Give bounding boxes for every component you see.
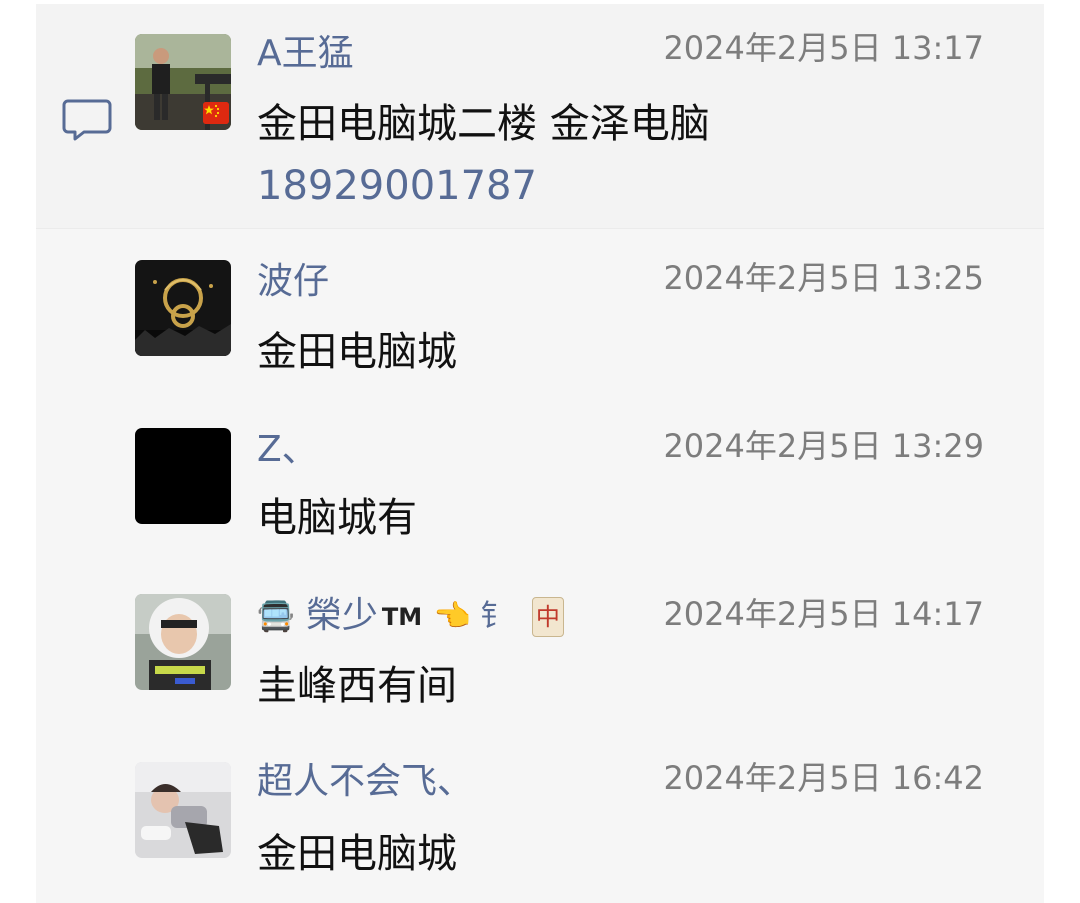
message-text: 金田电脑城 bbox=[257, 831, 457, 877]
author-name[interactable]: 波仔 bbox=[257, 260, 329, 304]
author-name[interactable]: 🚍 榮少 TM 👈 钅 中 bbox=[257, 594, 564, 639]
mahjong-tile-icon: 中 bbox=[531, 597, 564, 637]
avatar[interactable] bbox=[135, 428, 231, 524]
author-name[interactable]: A王猛 bbox=[257, 32, 354, 76]
avatar[interactable] bbox=[135, 260, 231, 356]
avatar[interactable] bbox=[135, 762, 231, 858]
divider bbox=[36, 228, 1044, 229]
speech-bubble-icon[interactable] bbox=[62, 98, 112, 142]
pointing-hand-icon: 👈 钅 bbox=[433, 599, 511, 634]
message-text: 金田电脑城 bbox=[257, 329, 457, 375]
timestamp: 2024年2月5日 16:42 bbox=[663, 759, 984, 797]
message-text: 电脑城有 bbox=[257, 495, 417, 541]
trademark-symbol: TM bbox=[381, 603, 423, 631]
timestamp: 2024年2月5日 13:25 bbox=[663, 259, 984, 297]
avatar[interactable] bbox=[135, 594, 231, 690]
china-flag-icon bbox=[203, 102, 229, 124]
bus-icon: 🚍 bbox=[257, 599, 295, 634]
timestamp: 2024年2月5日 14:17 bbox=[663, 595, 984, 633]
author-name[interactable]: Z、 bbox=[257, 428, 318, 472]
message-text: 圭峰西有间 bbox=[257, 663, 457, 709]
phone-link[interactable]: 18929001787 bbox=[257, 158, 537, 214]
author-name[interactable]: 超人不会飞、 bbox=[257, 760, 473, 804]
timestamp: 2024年2月5日 13:17 bbox=[663, 29, 984, 67]
message-text: 金田电脑城二楼 金泽电脑 bbox=[257, 101, 710, 147]
author-name-text: 榮少 bbox=[305, 595, 378, 636]
timestamp: 2024年2月5日 13:29 bbox=[663, 427, 984, 465]
